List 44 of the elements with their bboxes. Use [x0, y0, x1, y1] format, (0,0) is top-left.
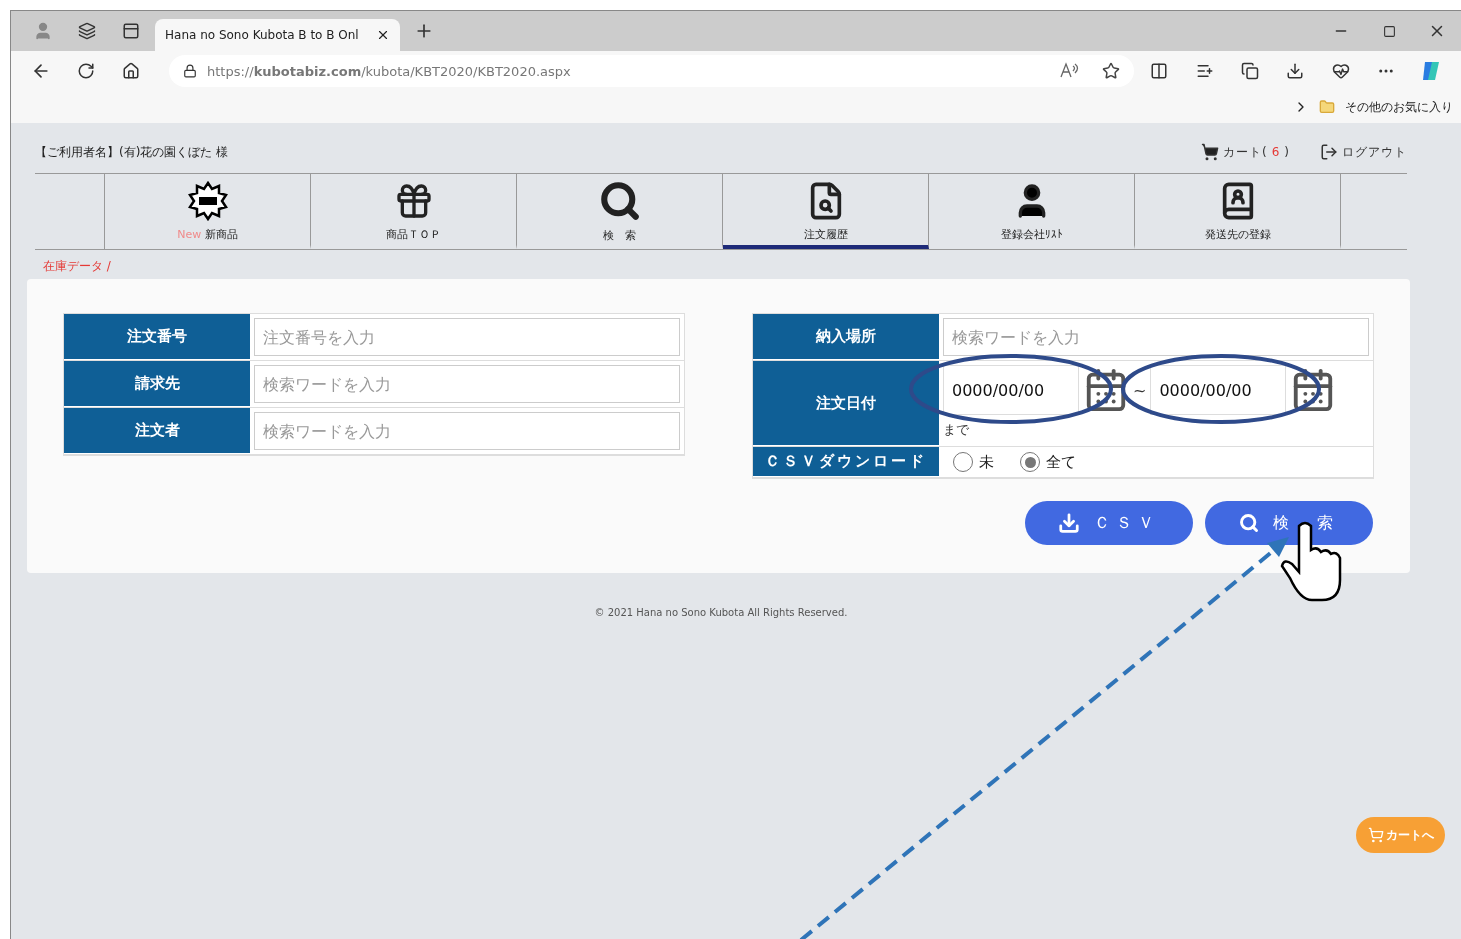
copyright-text: © 2021 Hana no Sono Kubota All Rights Reserved.: [594, 607, 848, 618]
nav-tab[interactable]: 登録会社ﾘｽﾄ: [929, 174, 1135, 249]
input-field[interactable]: 検索ワードを入力: [254, 365, 680, 403]
field-label: 注文番号: [64, 314, 250, 360]
input-field[interactable]: 検索ワードを入力: [254, 412, 680, 450]
address-bar[interactable]: https://kubotabiz.com/kubota/KBT2020/KBT2020.aspx: [169, 55, 1134, 87]
range-separator: ~: [1133, 380, 1147, 400]
breadcrumb: 在庫データ /: [42, 258, 112, 275]
input-field[interactable]: 検索ワードを入力: [943, 318, 1369, 356]
search-icon: [598, 180, 641, 222]
nav-tab[interactable]: 注文履歴: [723, 174, 929, 249]
search-button[interactable]: 検 索: [1205, 501, 1373, 545]
radio-option[interactable]: 全て: [1020, 452, 1076, 472]
nav-tab[interactable]: New 新商品: [105, 174, 311, 249]
logout-link[interactable]: ログアウト: [1320, 143, 1407, 161]
csv-download-button[interactable]: ＣＳＶ: [1025, 501, 1193, 545]
lock-icon: [183, 64, 198, 78]
date-field[interactable]: 0000/00/00: [1150, 365, 1287, 415]
download-icon: [1058, 512, 1080, 534]
field-label: ＣＳＶダウンロード: [753, 447, 939, 477]
field-label: 注文者: [64, 408, 250, 454]
favorites-folder-link[interactable]: その他のお気に入り: [1345, 98, 1453, 116]
folder-icon: [1319, 99, 1335, 115]
until-note: まで: [943, 421, 969, 439]
nav-tab[interactable]: 発送先の登録: [1135, 174, 1341, 249]
user-name-text: 【ご利用者名】(有)花の園くぼた 様: [35, 143, 229, 161]
nav-tab[interactable]: 検 索: [517, 174, 723, 249]
radio-option[interactable]: 未: [953, 452, 994, 472]
date-field[interactable]: 0000/00/00: [943, 365, 1079, 415]
cart-icon: [1367, 827, 1384, 843]
close-icon[interactable]: [376, 28, 390, 42]
cart-icon: [1201, 143, 1219, 161]
star-icon[interactable]: [1101, 62, 1120, 80]
field-label: 納入場所: [753, 314, 939, 360]
browser-tab[interactable]: Hana no Sono Kubota B to B Onl: [155, 19, 400, 51]
url-text: https://kubotabiz.com/kubota/KBT2020/KBT2020.aspx: [207, 63, 571, 79]
exit-door-icon: [1320, 143, 1338, 161]
field-label: 請求先: [64, 361, 250, 407]
nav-tab[interactable]: 商品ＴＯＰ: [311, 174, 517, 249]
cart-link[interactable]: カート( 6 ): [1201, 143, 1290, 161]
input-field[interactable]: 注文番号を入力: [254, 318, 680, 356]
field-label: 注文日付: [753, 361, 939, 446]
search-icon: [1239, 513, 1259, 533]
new-badge-icon: [187, 181, 228, 221]
